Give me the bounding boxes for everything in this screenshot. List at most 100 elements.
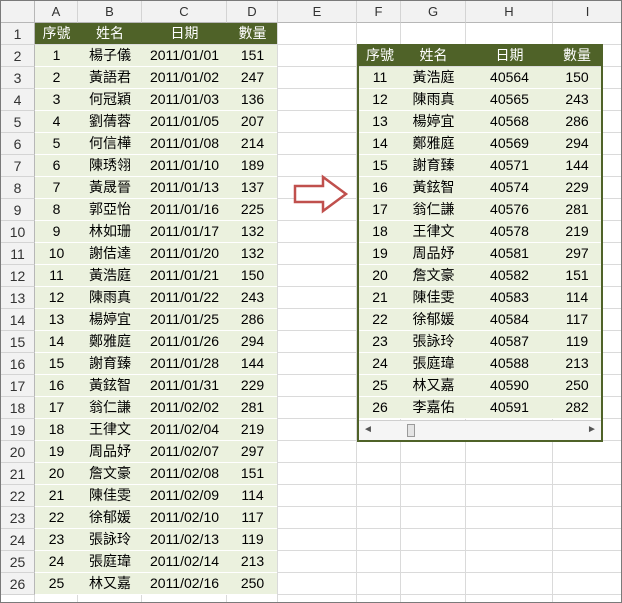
left-table-cell[interactable]: 225 <box>227 199 278 220</box>
row-header-15[interactable]: 15 <box>1 331 35 353</box>
left-table-cell[interactable]: 13 <box>35 309 78 330</box>
left-table-cell[interactable]: 黃浩庭 <box>78 265 142 286</box>
row-header-25[interactable]: 25 <box>1 551 35 573</box>
left-table-cell[interactable]: 219 <box>227 419 278 440</box>
row-header-8[interactable]: 8 <box>1 177 35 199</box>
row-header-11[interactable]: 11 <box>1 243 35 265</box>
column-header-a[interactable]: A <box>35 1 78 23</box>
left-table-cell[interactable]: 2011/01/05 <box>142 111 227 132</box>
left-table-cell[interactable]: 林又嘉 <box>78 573 142 594</box>
left-table-cell[interactable]: 286 <box>227 309 278 330</box>
left-table-cell[interactable]: 297 <box>227 441 278 462</box>
left-table-cell[interactable]: 9 <box>35 221 78 242</box>
column-header-c[interactable]: C <box>142 1 227 23</box>
column-header-b[interactable]: B <box>78 1 142 23</box>
row-header-3[interactable]: 3 <box>1 67 35 89</box>
left-table-cell[interactable]: 楊婷宜 <box>78 309 142 330</box>
left-table-cell[interactable]: 243 <box>227 287 278 308</box>
left-table-cell[interactable]: 2011/02/16 <box>142 573 227 594</box>
left-table-cell[interactable]: 207 <box>227 111 278 132</box>
row-header-21[interactable]: 21 <box>1 463 35 485</box>
left-table-cell[interactable]: 楊子儀 <box>78 45 142 66</box>
scroll-right-arrow-icon[interactable]: ► <box>585 423 599 437</box>
left-table-cell[interactable]: 2011/01/03 <box>142 89 227 110</box>
left-table-cell[interactable]: 18 <box>35 419 78 440</box>
left-table-cell[interactable]: 4 <box>35 111 78 132</box>
left-table-cell[interactable]: 林如珊 <box>78 221 142 242</box>
left-table-cell[interactable]: 5 <box>35 133 78 154</box>
left-table-cell[interactable]: 2011/01/25 <box>142 309 227 330</box>
left-table-cell[interactable]: 14 <box>35 331 78 352</box>
row-header-12[interactable]: 12 <box>1 265 35 287</box>
row-header-7[interactable]: 7 <box>1 155 35 177</box>
row-header-5[interactable]: 5 <box>1 111 35 133</box>
left-table-cell[interactable]: 3 <box>35 89 78 110</box>
left-table-cell[interactable]: 144 <box>227 353 278 374</box>
row-header-24[interactable]: 24 <box>1 529 35 551</box>
left-table-cell[interactable]: 189 <box>227 155 278 176</box>
left-table-cell[interactable]: 229 <box>227 375 278 396</box>
left-table-cell[interactable]: 黃語君 <box>78 67 142 88</box>
row-header-13[interactable]: 13 <box>1 287 35 309</box>
left-table-cell[interactable]: 2011/02/02 <box>142 397 227 418</box>
left-table-cell[interactable]: 151 <box>227 463 278 484</box>
left-table-cell[interactable]: 250 <box>227 573 278 594</box>
left-table-cell[interactable]: 徐郁媛 <box>78 507 142 528</box>
spreadsheet[interactable]: A B C D E F G H I 1 2 3 4 5 6 7 8 9 10 11 12 13 14 15 16 17 18 19 20… <box>1 1 621 602</box>
row-header-26[interactable]: 26 <box>1 573 35 595</box>
left-table-cell[interactable]: 16 <box>35 375 78 396</box>
left-table-cell[interactable]: 翁仁謙 <box>78 397 142 418</box>
left-table-cell[interactable]: 294 <box>227 331 278 352</box>
left-table-cell[interactable]: 151 <box>227 45 278 66</box>
column-header-i[interactable]: I <box>553 1 621 23</box>
left-table-cell[interactable]: 鄭雅庭 <box>78 331 142 352</box>
left-table-cell[interactable]: 2011/01/08 <box>142 133 227 154</box>
row-header-14[interactable]: 14 <box>1 309 35 331</box>
left-table-cell[interactable]: 1 <box>35 45 78 66</box>
row-header-20[interactable]: 20 <box>1 441 35 463</box>
left-table-cell[interactable]: 2011/01/01 <box>142 45 227 66</box>
left-table-cell[interactable]: 11 <box>35 265 78 286</box>
left-table-cell[interactable]: 281 <box>227 397 278 418</box>
left-table-cell[interactable]: 張詠玲 <box>78 529 142 550</box>
left-table-cell[interactable]: 2011/01/20 <box>142 243 227 264</box>
left-table-cell[interactable]: 132 <box>227 221 278 242</box>
left-table-cell[interactable]: 114 <box>227 485 278 506</box>
left-table-cell[interactable]: 郭亞怡 <box>78 199 142 220</box>
left-table-cell[interactable]: 2011/02/10 <box>142 507 227 528</box>
left-table-cell[interactable]: 2011/01/16 <box>142 199 227 220</box>
left-table-cell[interactable]: 25 <box>35 573 78 594</box>
left-table-header-cell[interactable]: 姓名 <box>78 23 142 44</box>
left-table-cell[interactable]: 2011/01/28 <box>142 353 227 374</box>
column-header-h[interactable]: H <box>466 1 553 23</box>
left-table-cell[interactable]: 150 <box>227 265 278 286</box>
left-table-cell[interactable]: 2011/02/07 <box>142 441 227 462</box>
row-header-16[interactable]: 16 <box>1 353 35 375</box>
left-table-cell[interactable]: 黃鉉智 <box>78 375 142 396</box>
left-table-cell[interactable]: 陳佳雯 <box>78 485 142 506</box>
row-header-6[interactable]: 6 <box>1 133 35 155</box>
left-table-cell[interactable]: 12 <box>35 287 78 308</box>
left-table-cell[interactable]: 詹文豪 <box>78 463 142 484</box>
left-table-cell[interactable]: 2011/02/04 <box>142 419 227 440</box>
left-table-cell[interactable]: 7 <box>35 177 78 198</box>
left-table-cell[interactable]: 黃晟晉 <box>78 177 142 198</box>
left-table-cell[interactable]: 2011/01/10 <box>142 155 227 176</box>
left-table-cell[interactable]: 何冠穎 <box>78 89 142 110</box>
left-table-cell[interactable]: 214 <box>227 133 278 154</box>
left-table-cell[interactable]: 2 <box>35 67 78 88</box>
row-header-23[interactable]: 23 <box>1 507 35 529</box>
select-all-corner[interactable] <box>1 1 35 23</box>
left-table-cell[interactable]: 張庭瑋 <box>78 551 142 572</box>
row-header-2[interactable]: 2 <box>1 45 35 67</box>
left-table-cell[interactable]: 19 <box>35 441 78 462</box>
left-table-cell[interactable]: 陳雨真 <box>78 287 142 308</box>
left-table-cell[interactable]: 周品妤 <box>78 441 142 462</box>
row-header-4[interactable]: 4 <box>1 89 35 111</box>
left-table-cell[interactable]: 21 <box>35 485 78 506</box>
left-table-cell[interactable]: 2011/01/21 <box>142 265 227 286</box>
left-table-cell[interactable]: 2011/01/22 <box>142 287 227 308</box>
row-header-1[interactable]: 1 <box>1 23 35 45</box>
left-table-cell[interactable]: 137 <box>227 177 278 198</box>
left-table-header-cell[interactable]: 數量 <box>227 23 278 44</box>
